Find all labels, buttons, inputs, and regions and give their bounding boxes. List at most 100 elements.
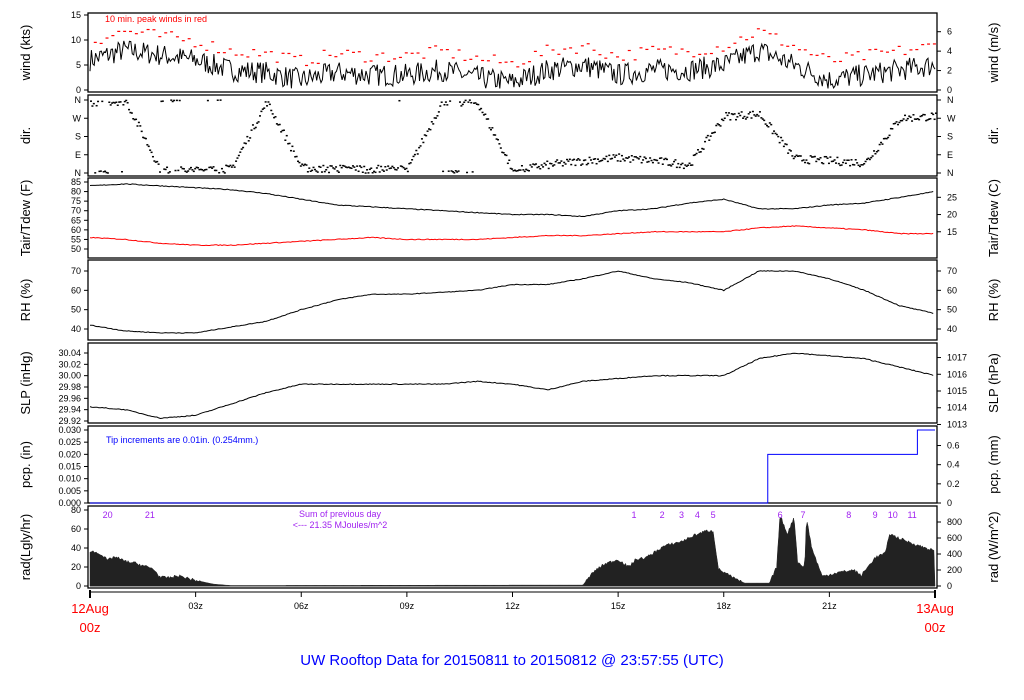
direction-point	[781, 139, 784, 142]
direction-point	[297, 160, 300, 163]
direction-point	[97, 100, 100, 103]
y-tick-label-right: 15	[947, 227, 957, 237]
direction-point	[197, 167, 200, 169]
y-tick-label-right: 1013	[947, 419, 967, 429]
direction-point	[178, 99, 181, 102]
direction-point	[629, 161, 632, 163]
direction-point	[743, 115, 746, 118]
direction-point	[242, 146, 245, 149]
direction-point	[229, 164, 232, 167]
direction-point	[575, 159, 578, 161]
direction-point	[377, 164, 380, 167]
direction-point	[395, 169, 398, 171]
direction-point	[767, 126, 770, 128]
direction-point	[106, 172, 109, 174]
direction-point	[547, 167, 550, 170]
direction-point	[363, 165, 366, 168]
direction-point	[464, 99, 467, 102]
direction-point	[613, 156, 616, 158]
direction-point	[440, 101, 443, 103]
direction-point	[499, 147, 502, 149]
direction-point	[173, 99, 176, 102]
direction-point	[657, 162, 660, 164]
direction-point	[354, 169, 357, 171]
direction-point	[699, 151, 702, 153]
y-tick-label: E	[75, 150, 81, 160]
direction-point	[627, 156, 630, 158]
direction-point	[484, 113, 487, 116]
sun-hour-label: 20	[103, 510, 113, 520]
direction-point	[367, 172, 370, 174]
direction-point	[566, 158, 569, 161]
direction-point	[604, 158, 607, 160]
y-tick-label: 0.030	[58, 425, 81, 435]
y-tick-label-right: 60	[947, 285, 957, 295]
direction-point	[322, 164, 325, 167]
direction-point	[397, 167, 400, 169]
direction-point	[391, 165, 394, 168]
direction-point	[115, 101, 118, 103]
y-tick-label: 15	[71, 10, 81, 20]
direction-point	[553, 164, 556, 166]
direction-point	[453, 172, 456, 174]
direction-point	[815, 160, 818, 163]
direction-point	[109, 104, 112, 106]
direction-point	[644, 157, 647, 160]
direction-point	[751, 110, 754, 113]
direction-point	[92, 102, 95, 105]
direction-point	[678, 166, 681, 169]
y-tick-label: 60	[71, 524, 81, 534]
direction-point	[794, 155, 797, 158]
y-tick-label: W	[73, 113, 82, 123]
direction-point	[568, 158, 571, 161]
direction-point	[844, 162, 847, 165]
direction-point	[215, 169, 218, 172]
direction-point	[935, 112, 937, 114]
direction-point	[906, 117, 909, 120]
panel-frame	[87, 12, 938, 93]
y-axis-label-left: Tair/Tdew (F)	[18, 180, 33, 257]
direction-point	[804, 161, 807, 164]
sun-hour-label: 7	[800, 510, 805, 520]
direction-point	[360, 166, 363, 169]
series-radiation	[89, 516, 936, 587]
direction-point	[647, 160, 650, 163]
direction-point	[881, 143, 884, 145]
direction-point	[742, 117, 745, 119]
direction-point	[722, 119, 725, 122]
direction-point	[594, 158, 597, 160]
direction-point	[923, 113, 926, 116]
x-tick-label: 03z	[188, 601, 203, 611]
y-tick-label: 0.025	[58, 437, 81, 447]
direction-point	[671, 163, 674, 165]
x-tick-label: 18z	[716, 601, 731, 611]
direction-point	[904, 114, 907, 117]
direction-point	[481, 111, 484, 114]
direction-point	[308, 167, 311, 169]
direction-point	[392, 166, 395, 169]
direction-point	[192, 170, 195, 173]
direction-point	[589, 159, 592, 161]
direction-point	[104, 170, 107, 173]
y-axis-label-left: rad(Lgly/hr)	[18, 514, 33, 580]
direction-point	[573, 158, 576, 161]
y-tick-label-right: 70	[947, 266, 957, 276]
direction-point	[340, 166, 343, 169]
chart-title: UW Rooftop Data for 20150811 to 20150812…	[300, 652, 724, 669]
direction-point	[764, 123, 767, 125]
direction-point	[223, 172, 226, 174]
direction-point	[643, 156, 646, 158]
direction-point	[211, 167, 214, 169]
direction-point	[587, 162, 590, 165]
sun-hour-label: 8	[846, 510, 851, 520]
direction-point	[735, 118, 738, 121]
direction-point	[725, 111, 728, 114]
y-tick-label: 29.96	[58, 393, 81, 403]
direction-point	[539, 167, 542, 170]
direction-point	[457, 170, 460, 172]
direction-point	[216, 99, 219, 101]
direction-point	[688, 162, 691, 165]
direction-point	[371, 172, 374, 174]
direction-point	[157, 163, 160, 165]
y-tick-label-right: 25	[947, 192, 957, 202]
